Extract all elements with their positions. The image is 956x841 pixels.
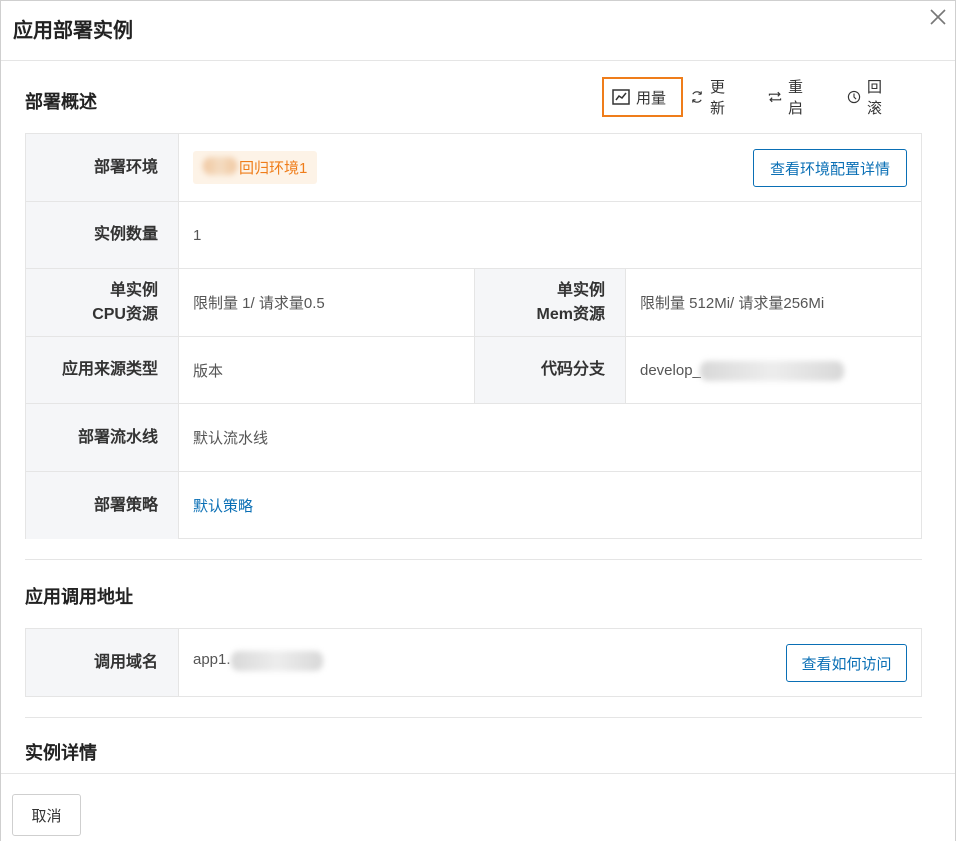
- redacted-text: [203, 157, 237, 175]
- cancel-button[interactable]: 取消: [12, 794, 81, 836]
- row-pipeline: 部署流水线 默认流水线: [26, 404, 921, 472]
- chart-icon: [612, 89, 630, 105]
- how-to-access-button[interactable]: 查看如何访问: [786, 644, 907, 682]
- redacted-text: [231, 651, 323, 671]
- invoke-table: 调用域名 app1. 查看如何访问: [25, 628, 922, 697]
- domain-value: app1.: [193, 651, 231, 668]
- dialog-title: 应用部署实例: [13, 20, 133, 42]
- strategy-label: 部署策略: [26, 472, 178, 539]
- overview-section-title: 部署概述: [25, 92, 97, 112]
- row-strategy: 部署策略 默认策略: [26, 472, 921, 539]
- restart-button[interactable]: 重启: [768, 77, 809, 117]
- usage-label: 用量: [636, 89, 667, 107]
- mem-value: 限制量 512Mi/ 请求量256Mi: [640, 295, 825, 312]
- domain-label: 调用域名: [26, 629, 178, 696]
- cpu-label: 单实例 CPU资源: [26, 269, 178, 336]
- dialog-footer: 取消: [1, 773, 955, 841]
- row-source-branch: 应用来源类型 版本 代码分支 develop_: [26, 337, 921, 404]
- deploy-instance-dialog: 应用部署实例 部署概述 用量 更新 重启 回滚 部署环境 回归环境1 查看环境配…: [0, 0, 956, 841]
- source-label: 应用来源类型: [26, 337, 178, 403]
- pipeline-label: 部署流水线: [26, 404, 178, 471]
- count-value: 1: [193, 226, 202, 244]
- env-tag: 回归环境1: [193, 151, 318, 184]
- rollback-button[interactable]: 回滚: [847, 77, 888, 117]
- rollback-label: 回滚: [867, 79, 883, 117]
- update-button[interactable]: 更新: [690, 77, 731, 117]
- refresh-icon: [692, 91, 702, 103]
- branch-label: 代码分支: [475, 337, 625, 403]
- swap-icon: [768, 91, 782, 103]
- row-resources: 单实例 CPU资源 限制量 1/ 请求量0.5 单实例 Mem资源 限制量 51…: [26, 269, 921, 337]
- section-divider: [25, 717, 922, 718]
- count-label: 实例数量: [26, 202, 178, 268]
- cpu-label-line2: CPU资源: [92, 305, 158, 323]
- cpu-value: 限制量 1/ 请求量0.5: [193, 295, 325, 312]
- clock-icon: [847, 90, 861, 104]
- restart-label: 重启: [788, 79, 804, 117]
- mem-label: 单实例 Mem资源: [475, 269, 625, 336]
- usage-button[interactable]: 用量: [602, 77, 683, 117]
- view-env-config-button[interactable]: 查看环境配置详情: [753, 149, 907, 187]
- dialog-header: 应用部署实例: [1, 1, 955, 61]
- mem-label-line2: Mem资源: [536, 305, 605, 323]
- invoke-section-title: 应用调用地址: [25, 587, 133, 607]
- close-icon[interactable]: [927, 6, 949, 28]
- redacted-text: [700, 361, 844, 381]
- env-label: 部署环境: [26, 134, 178, 201]
- pipeline-value: 默认流水线: [193, 430, 269, 447]
- row-count: 实例数量 1: [26, 202, 921, 269]
- mem-label-line1: 单实例: [556, 281, 605, 299]
- source-value: 版本: [193, 362, 224, 380]
- update-label: 更新: [710, 79, 726, 117]
- row-domain: 调用域名 app1. 查看如何访问: [26, 629, 921, 696]
- env-value: 回归环境1: [239, 160, 308, 177]
- section-divider: [25, 559, 922, 560]
- overview-table: 部署环境 回归环境1 查看环境配置详情 实例数量 1 单实例 CPU资源 限制量: [25, 133, 922, 539]
- cpu-label-line1: 单实例: [109, 281, 158, 299]
- strategy-link[interactable]: 默认策略: [193, 495, 253, 516]
- details-section-title: 实例详情: [25, 743, 97, 763]
- branch-value: develop_: [640, 361, 701, 379]
- row-env: 部署环境 回归环境1 查看环境配置详情: [26, 134, 921, 202]
